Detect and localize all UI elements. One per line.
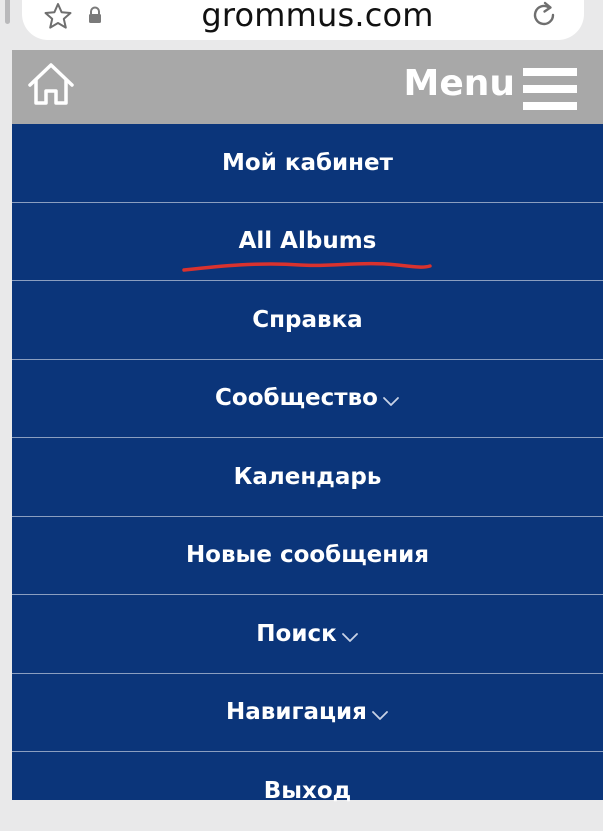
lock-icon	[89, 6, 101, 23]
chevron-down-icon[interactable]	[371, 709, 389, 721]
nav-item-logout[interactable]: Выход	[12, 752, 603, 831]
chevron-down-icon[interactable]	[341, 631, 359, 643]
nav-item-navigation[interactable]: Навигация	[12, 674, 603, 752]
nav-item-label: Поиск	[256, 620, 337, 647]
nav-item-my-cabinet[interactable]: Мой кабинет	[12, 124, 603, 203]
nav-item-label: Выход	[263, 778, 352, 805]
nav-item-label: Новые сообщения	[185, 542, 430, 569]
nav-item-label: Сообщество	[215, 385, 378, 412]
nav-item-community[interactable]: Сообщество	[12, 360, 603, 438]
menu-label[interactable]: Menu	[404, 62, 516, 106]
reload-icon[interactable]	[529, 0, 559, 30]
scrollbar-thumb[interactable]	[5, 0, 10, 24]
chevron-down-icon[interactable]	[382, 395, 400, 407]
star-icon[interactable]	[43, 2, 73, 30]
nav-item-label: All Albums	[238, 228, 377, 255]
nav-item-label: Календарь	[233, 463, 382, 490]
home-icon[interactable]	[26, 61, 76, 107]
nav-item-label: Справка	[252, 306, 363, 333]
browser-toolbar: grommus.com	[0, 0, 603, 44]
nav-item-new-messages[interactable]: Новые сообщения	[12, 517, 603, 595]
site-header: Menu	[12, 50, 603, 124]
hamburger-icon[interactable]	[523, 68, 577, 110]
nav-item-all-albums[interactable]: All Albums	[12, 203, 603, 281]
nav-menu: Мой кабинет All Albums Справка Сообществ…	[12, 124, 603, 804]
nav-item-calendar[interactable]: Календарь	[12, 438, 603, 517]
nav-item-label: Мой кабинет	[222, 149, 393, 176]
nav-item-help[interactable]: Справка	[12, 281, 603, 360]
nav-item-label: Навигация	[226, 699, 367, 726]
nav-item-search[interactable]: Поиск	[12, 595, 603, 674]
url-text[interactable]: grommus.com	[150, 0, 485, 34]
